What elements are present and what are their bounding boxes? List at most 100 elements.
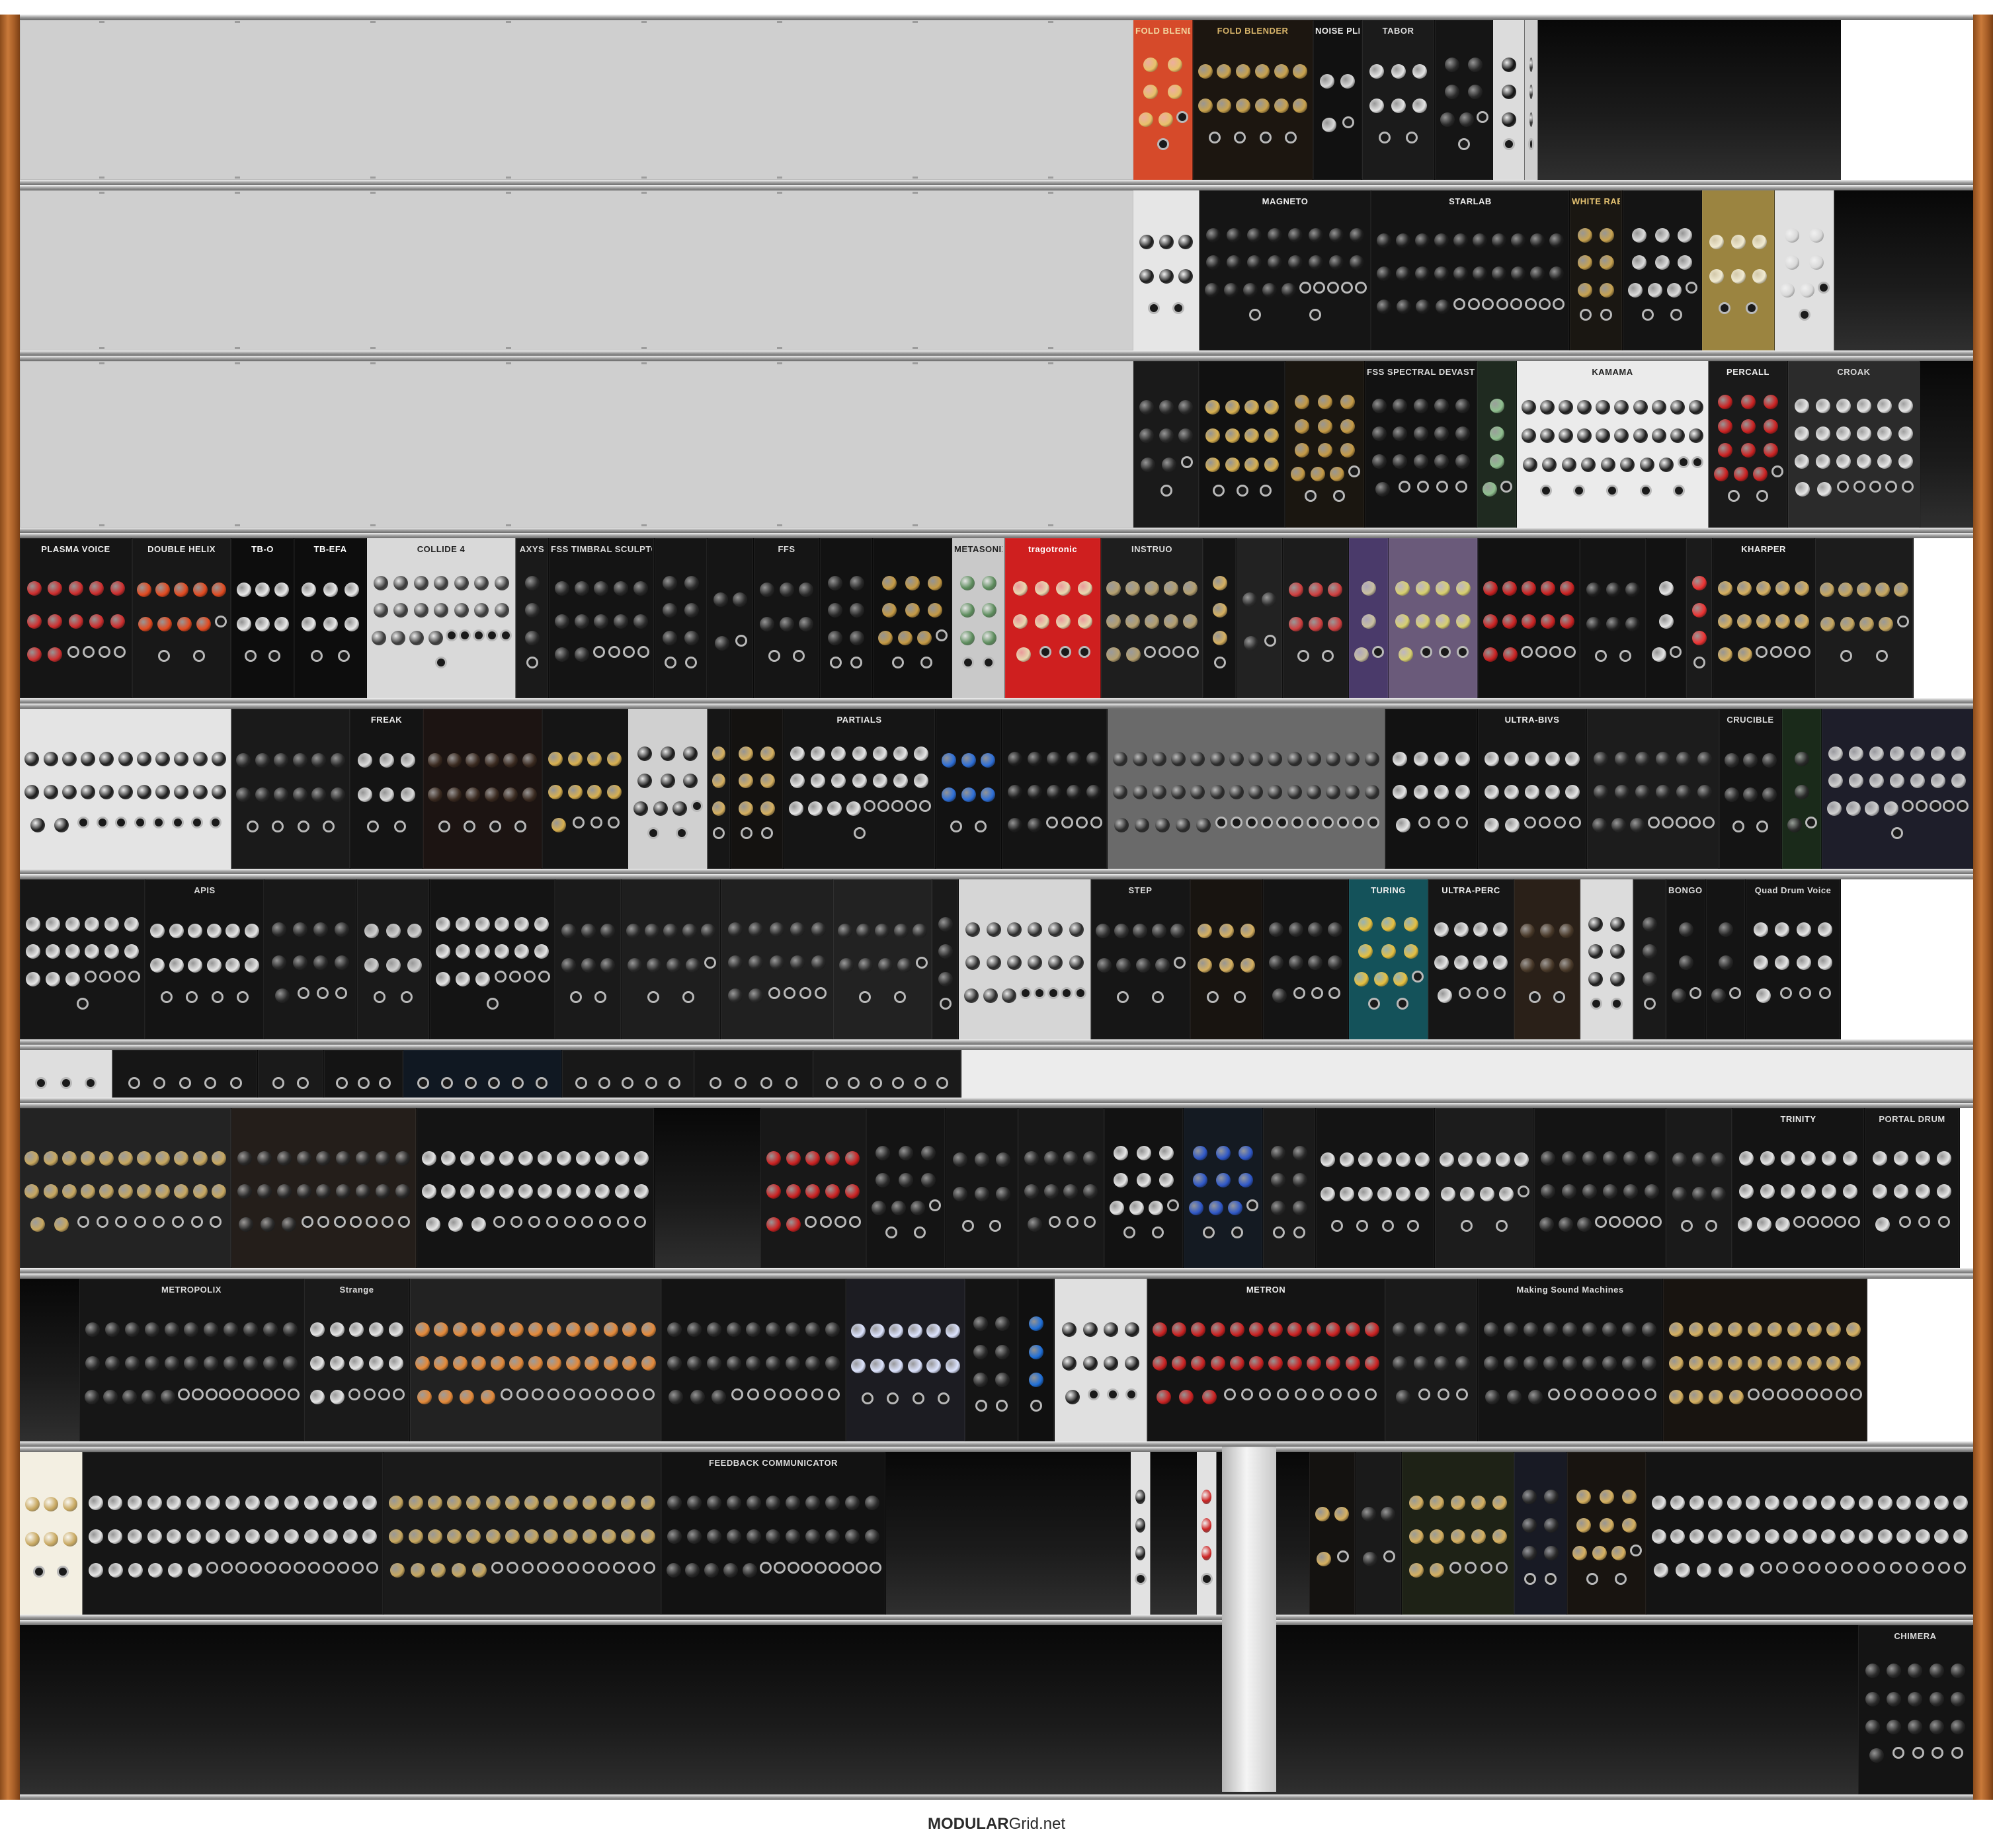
knob[interactable]: [1135, 1517, 1145, 1533]
knob[interactable]: [1610, 971, 1625, 986]
knob[interactable]: [1540, 399, 1555, 415]
knob[interactable]: [1764, 1529, 1779, 1544]
knob[interactable]: [1430, 1529, 1444, 1544]
patch-jack[interactable]: [860, 993, 869, 1001]
patch-jack[interactable]: [130, 1079, 138, 1087]
patch-jack[interactable]: [1369, 1000, 1378, 1008]
patch-jack[interactable]: [1523, 648, 1531, 656]
knob[interactable]: [1326, 752, 1341, 766]
knob[interactable]: [1287, 752, 1302, 766]
knob[interactable]: [85, 916, 100, 932]
knob[interactable]: [1659, 457, 1674, 472]
knob[interactable]: [766, 1356, 781, 1371]
knob[interactable]: [1164, 614, 1178, 629]
knob[interactable]: [1006, 922, 1022, 937]
knob[interactable]: [633, 801, 649, 816]
knob[interactable]: [1678, 955, 1693, 970]
knob[interactable]: [1082, 1356, 1098, 1371]
knob[interactable]: [24, 785, 40, 799]
patch-jack[interactable]: [1801, 989, 1810, 997]
knob[interactable]: [1339, 1152, 1354, 1167]
knob[interactable]: [1787, 1322, 1802, 1337]
patch-jack[interactable]: [1512, 300, 1521, 308]
patch-jack[interactable]: [395, 823, 404, 830]
patch-jack[interactable]: [1519, 1187, 1527, 1195]
patch-jack[interactable]: [1215, 487, 1223, 495]
knob[interactable]: [1065, 1390, 1080, 1404]
knob[interactable]: [1785, 255, 1800, 270]
knob[interactable]: [1248, 752, 1264, 766]
knob[interactable]: [1201, 1490, 1211, 1505]
patch-jack[interactable]: [1048, 819, 1057, 826]
knob[interactable]: [236, 617, 251, 631]
knob[interactable]: [1908, 1720, 1923, 1735]
knob[interactable]: [243, 1356, 259, 1371]
patch-jack[interactable]: [1631, 1547, 1640, 1555]
knob[interactable]: [1069, 955, 1084, 970]
knob[interactable]: [1592, 1546, 1607, 1561]
patch-jack[interactable]: [1146, 648, 1155, 656]
eurorack-module[interactable]: STEP: [1091, 879, 1190, 1039]
knob[interactable]: [1151, 785, 1166, 799]
eurorack-module[interactable]: [1647, 1452, 1973, 1615]
knob[interactable]: [1016, 647, 1031, 662]
patch-jack[interactable]: [1672, 648, 1680, 656]
patch-jack[interactable]: [1582, 1390, 1590, 1398]
knob[interactable]: [1541, 1151, 1556, 1166]
knob[interactable]: [88, 1529, 103, 1544]
knob[interactable]: [1746, 1496, 1760, 1510]
patch-jack[interactable]: [1887, 483, 1896, 491]
knob[interactable]: [1849, 774, 1863, 789]
knob[interactable]: [928, 603, 943, 618]
knob[interactable]: [1056, 581, 1071, 596]
patch-jack[interactable]: [852, 659, 860, 667]
eurorack-module[interactable]: [936, 709, 1002, 869]
knob[interactable]: [1430, 1496, 1444, 1510]
knob[interactable]: [641, 1356, 656, 1371]
patch-jack[interactable]: [941, 1000, 950, 1008]
knob[interactable]: [898, 1173, 913, 1188]
patch-jack[interactable]: [569, 1564, 577, 1572]
knob[interactable]: [749, 988, 764, 1003]
patch-jack[interactable]: [1898, 618, 1907, 625]
knob[interactable]: [1915, 1529, 1930, 1544]
knob[interactable]: [413, 575, 428, 590]
knob[interactable]: [1842, 1151, 1857, 1166]
knob[interactable]: [1756, 988, 1771, 1003]
patch-jack[interactable]: [893, 801, 902, 810]
patch-jack[interactable]: [1385, 1552, 1393, 1560]
patch-jack[interactable]: [1217, 819, 1225, 826]
knob[interactable]: [389, 1356, 404, 1371]
knob[interactable]: [1711, 988, 1726, 1003]
knob[interactable]: [1599, 1517, 1614, 1533]
knob[interactable]: [1473, 266, 1487, 281]
knob[interactable]: [1896, 1496, 1911, 1510]
knob[interactable]: [845, 1529, 860, 1544]
knob[interactable]: [1434, 955, 1449, 970]
knob[interactable]: [343, 1529, 358, 1544]
knob[interactable]: [1635, 752, 1650, 766]
knob[interactable]: [1321, 118, 1336, 133]
knob[interactable]: [1577, 428, 1592, 444]
knob[interactable]: [788, 801, 803, 816]
patch-jack[interactable]: [595, 648, 604, 656]
knob[interactable]: [44, 1532, 58, 1547]
knob[interactable]: [1950, 1691, 1965, 1707]
patch-jack[interactable]: [743, 829, 751, 838]
knob[interactable]: [1024, 1151, 1039, 1166]
knob[interactable]: [26, 647, 42, 662]
knob[interactable]: [537, 1184, 552, 1199]
knob[interactable]: [43, 785, 58, 799]
knob[interactable]: [1272, 988, 1287, 1003]
knob[interactable]: [1529, 57, 1533, 72]
knob[interactable]: [1783, 1496, 1798, 1510]
knob[interactable]: [475, 971, 491, 986]
patch-jack[interactable]: [35, 1568, 44, 1576]
patch-jack[interactable]: [1496, 989, 1504, 997]
knob[interactable]: [1483, 647, 1498, 662]
patch-jack[interactable]: [354, 1564, 362, 1572]
knob[interactable]: [1358, 1152, 1373, 1167]
knob[interactable]: [881, 603, 897, 618]
knob[interactable]: [364, 958, 380, 973]
knob[interactable]: [1857, 426, 1872, 441]
